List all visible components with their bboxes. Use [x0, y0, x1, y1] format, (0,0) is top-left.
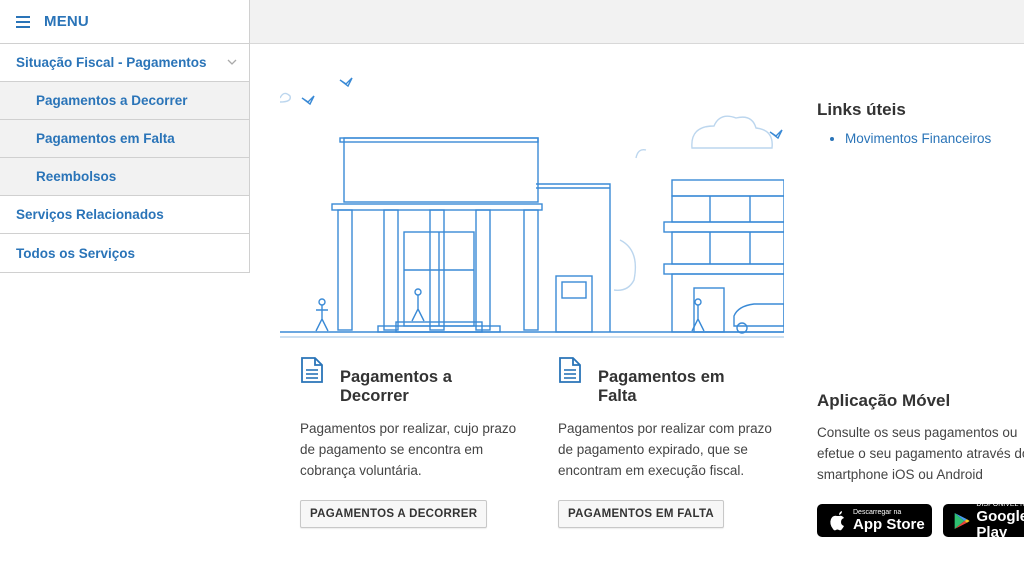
app-store-badge[interactable]: Descarregar na App Store [817, 504, 932, 537]
card-title: Pagamentos em Falta [598, 368, 725, 405]
right-column: Links úteis Movimentos Financeiros Aplic… [817, 0, 1024, 576]
card-description: Pagamentos por realizar, cujo prazo de p… [300, 421, 517, 478]
sidebar-item-todos-os-servicos[interactable]: Todos os Serviços [0, 234, 249, 272]
google-play-icon [954, 512, 970, 529]
sidebar-item-label: Pagamentos em Falta [36, 131, 175, 146]
app-description-line: smartphone iOS ou Android [817, 467, 983, 482]
google-play-big-text: Google Play [976, 507, 1024, 541]
sidebar-item-label: Situação Fiscal - Pagamentos [16, 55, 207, 70]
pagamentos-em-falta-button[interactable]: PAGAMENTOS EM FALTA [558, 500, 725, 528]
links-title: Links úteis [817, 100, 906, 119]
app-description-line: efetue o seu pagamento através do [817, 446, 1024, 461]
sidebar-item-pagamentos-a-decorrer[interactable]: Pagamentos a Decorrer [0, 82, 249, 120]
app-title: Aplicação Móvel [817, 391, 951, 410]
sidebar-item-label: Pagamentos a Decorrer [36, 93, 188, 108]
hamburger-icon [16, 15, 30, 28]
links-list: Movimentos Financeiros [845, 131, 991, 146]
hero-illustration [280, 77, 784, 338]
sidebar-item-reembolsos[interactable]: Reembolsos [0, 158, 249, 196]
sidebar: MENU Situação Fiscal - Pagamentos Pagame… [0, 0, 250, 273]
sidebar-item-pagamentos-em-falta[interactable]: Pagamentos em Falta [0, 120, 249, 158]
document-icon [559, 357, 581, 383]
menu-toggle[interactable]: MENU [0, 0, 250, 44]
app-description-line: Consulte os seus pagamentos ou [817, 425, 1018, 440]
pagamentos-a-decorrer-button[interactable]: PAGAMENTOS A DECORRER [300, 500, 488, 528]
google-play-badge[interactable]: DISPONÍVEL NO Google Play [943, 501, 1024, 540]
link-movimentos-financeiros[interactable]: Movimentos Financeiros [845, 131, 991, 146]
app-store-big-text: App Store [853, 515, 925, 533]
sidebar-item-label: Todos os Serviços [16, 245, 136, 261]
document-icon [301, 357, 323, 383]
menu-label: MENU [44, 13, 89, 30]
app-description: Consulte os seus pagamentos ou efetue o … [817, 422, 1024, 485]
sidebar-nav: Situação Fiscal - Pagamentos Pagamentos … [0, 44, 250, 273]
sidebar-item-label: Reembolsos [36, 169, 117, 184]
apple-icon [830, 510, 844, 530]
sidebar-item-situacao-fiscal[interactable]: Situação Fiscal - Pagamentos [0, 44, 249, 82]
sidebar-item-label: Serviços Relacionados [16, 207, 164, 222]
card-title: Pagamentos a Decorrer [340, 368, 452, 405]
sidebar-item-servicos-relacionados[interactable]: Serviços Relacionados [0, 196, 249, 234]
chevron-down-icon [227, 59, 237, 65]
card-description: Pagamentos por realizar com prazo de pag… [558, 421, 772, 478]
